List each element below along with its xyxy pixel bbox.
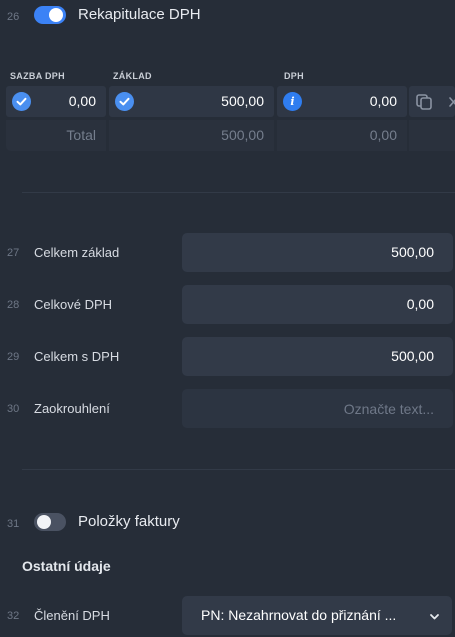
rounding-field[interactable] bbox=[182, 389, 453, 428]
divider bbox=[22, 192, 455, 193]
total-label: Total bbox=[66, 127, 96, 143]
rate-cell[interactable]: 0,00 bbox=[6, 86, 106, 117]
check-circle-icon bbox=[12, 92, 31, 111]
total-vat-cell: 0,00 bbox=[277, 120, 407, 151]
delete-icon[interactable] bbox=[447, 95, 455, 113]
total-base-field[interactable]: 500,00 bbox=[182, 233, 453, 272]
total-vat-field[interactable]: 0,00 bbox=[182, 285, 453, 324]
vat-split-value: PN: Nezahrnovat do přiznání ... bbox=[201, 607, 397, 623]
total-base-field-value: 500,00 bbox=[391, 244, 434, 260]
base-value: 500,00 bbox=[221, 93, 264, 109]
toggle-knob bbox=[37, 515, 51, 529]
chevron-down-icon bbox=[429, 609, 440, 627]
row-number-27: 27 bbox=[7, 247, 20, 259]
divider bbox=[22, 469, 455, 470]
column-header-vat: DPH bbox=[284, 71, 304, 81]
vat-value: 0,00 bbox=[369, 93, 397, 109]
total-base-value: 500,00 bbox=[221, 127, 264, 143]
vat-split-label: Členění DPH bbox=[34, 608, 110, 623]
info-icon: i bbox=[283, 92, 302, 111]
total-vat-field-value: 0,00 bbox=[406, 296, 434, 312]
row-number-31: 31 bbox=[7, 518, 20, 530]
row-number-30: 30 bbox=[7, 403, 20, 415]
total-vat-label: Celkové DPH bbox=[34, 297, 113, 312]
rounding-input[interactable] bbox=[182, 389, 453, 428]
base-cell[interactable]: 500,00 bbox=[109, 86, 274, 117]
total-label-cell: Total bbox=[6, 120, 106, 151]
vat-recap-title: Rekapitulace DPH bbox=[78, 6, 201, 23]
check-circle-icon bbox=[115, 92, 134, 111]
column-header-base: ZÁKLAD bbox=[113, 71, 152, 81]
column-header-rate: SAZBA DPH bbox=[10, 71, 65, 81]
row-number-28: 28 bbox=[7, 299, 20, 311]
total-base-cell: 500,00 bbox=[109, 120, 274, 151]
total-vat-value: 0,00 bbox=[369, 127, 397, 143]
row-number-29: 29 bbox=[7, 351, 20, 363]
row-number-26: 26 bbox=[7, 11, 20, 23]
other-info-heading: Ostatní údaje bbox=[22, 558, 111, 574]
total-base-label: Celkem základ bbox=[34, 245, 120, 260]
row-actions bbox=[409, 86, 455, 117]
rate-value: 0,00 bbox=[68, 93, 96, 109]
toggle-knob bbox=[49, 8, 63, 22]
copy-icon[interactable] bbox=[415, 93, 433, 116]
invoice-items-title: Položky faktury bbox=[78, 513, 180, 530]
vat-split-select[interactable]: PN: Nezahrnovat do přiznání ... bbox=[182, 596, 452, 635]
total-filler-cell bbox=[409, 120, 455, 151]
total-with-vat-label: Celkem s DPH bbox=[34, 349, 120, 364]
total-with-vat-field[interactable]: 500,00 bbox=[182, 337, 453, 376]
row-number-32: 32 bbox=[7, 610, 20, 622]
total-with-vat-field-value: 500,00 bbox=[391, 348, 434, 364]
vat-cell[interactable]: i 0,00 bbox=[277, 86, 407, 117]
vat-recap-toggle[interactable] bbox=[34, 6, 66, 24]
invoice-items-toggle[interactable] bbox=[34, 513, 66, 531]
rounding-label: Zaokrouhlení bbox=[34, 401, 110, 416]
